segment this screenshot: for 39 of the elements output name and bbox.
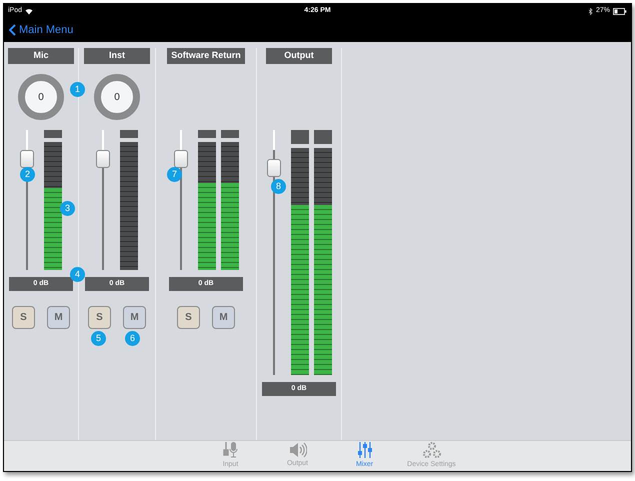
clip-indicator <box>290 130 308 144</box>
clip-indicator <box>220 130 238 138</box>
channel-header: Mic <box>8 48 74 64</box>
gears-icon <box>422 441 440 460</box>
channel-header: Output <box>266 48 332 64</box>
callout-badge: 3 <box>60 201 75 216</box>
callout-badge: 7 <box>167 167 182 182</box>
guitar-microphone-icon <box>222 441 238 460</box>
chevron-left-icon <box>9 24 16 36</box>
back-button[interactable]: Main Menu <box>9 22 74 38</box>
bluetooth-icon <box>588 8 593 14</box>
clip-indicator <box>44 130 62 138</box>
callout-badge: 2 <box>20 167 35 182</box>
mute-button[interactable]: M <box>123 306 146 329</box>
callout-badge: 6 <box>125 331 140 346</box>
wifi-icon <box>25 8 34 14</box>
speaker-icon <box>288 442 306 458</box>
callout-badge: 1 <box>70 82 85 97</box>
callout-badge: 8 <box>271 179 286 194</box>
mute-button[interactable]: M <box>47 306 70 329</box>
clip-indicator <box>198 130 216 138</box>
callout-badge: 5 <box>91 331 106 346</box>
callout-badge: 4 <box>70 267 85 282</box>
solo-button[interactable]: S <box>12 306 35 329</box>
fader-handle[interactable] <box>266 159 280 178</box>
fader-handle[interactable] <box>20 150 34 168</box>
pan-knob[interactable]: 0 <box>18 74 64 120</box>
channel-header: Software Return <box>167 48 245 64</box>
sliders-icon <box>356 441 372 460</box>
fader-handle[interactable] <box>174 150 188 168</box>
clip-indicator <box>120 130 138 138</box>
clip-indicator <box>314 130 332 144</box>
pan-knob[interactable]: 0 <box>94 74 140 120</box>
battery-icon <box>613 8 627 14</box>
solo-button[interactable]: S <box>88 306 111 329</box>
fader-handle[interactable] <box>96 150 110 168</box>
mute-button[interactable]: M <box>212 306 235 329</box>
channel-header: Inst <box>84 48 150 64</box>
solo-button[interactable]: S <box>177 306 200 329</box>
